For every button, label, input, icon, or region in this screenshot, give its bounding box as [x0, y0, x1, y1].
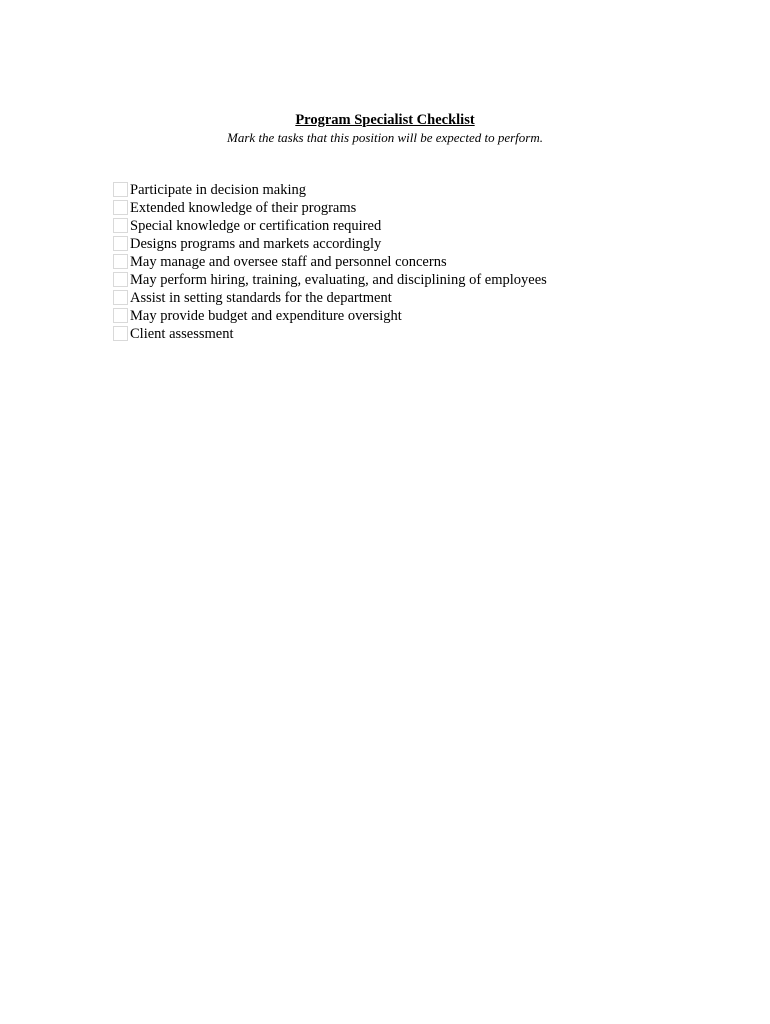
checklist-item-label: Assist in setting standards for the depa… — [130, 289, 392, 306]
checklist-item-label: Participate in decision making — [130, 182, 306, 199]
checklist-item-label: May perform hiring, training, evaluating… — [130, 271, 547, 288]
checklist-item: Client assessment — [113, 324, 547, 342]
checkbox[interactable] — [113, 289, 128, 305]
checklist-item: May perform hiring, training, evaluating… — [113, 270, 547, 288]
checklist-item-label: Client assessment — [130, 325, 234, 342]
document-title: Program Specialist Checklist — [295, 112, 475, 128]
checklist-item: Designs programs and markets accordingly — [113, 235, 547, 253]
checkbox[interactable] — [113, 200, 128, 216]
checklist-item-label: May manage and oversee staff and personn… — [130, 254, 447, 270]
checklist-item-label: Extended knowledge of their programs — [130, 200, 357, 217]
checklist-item: Participate in decision making — [113, 181, 547, 199]
checklist-item-label: Special knowledge or certification requi… — [130, 218, 382, 235]
checklist-item: Extended knowledge of their programs — [113, 199, 547, 217]
checklist-item: May manage and oversee staff and personn… — [113, 253, 547, 271]
checklist-item-label: Designs programs and markets accordingly — [130, 236, 382, 253]
checklist-item: Special knowledge or certification requi… — [113, 217, 547, 235]
checkbox[interactable] — [113, 236, 128, 252]
checklist-item: May provide budget and expenditure overs… — [113, 306, 547, 324]
checkbox[interactable] — [113, 271, 128, 287]
checkbox[interactable] — [113, 307, 128, 323]
checkbox[interactable] — [113, 254, 128, 269]
task-checklist: Participate in decision making Extended … — [113, 181, 547, 342]
checklist-item-label: May provide budget and expenditure overs… — [130, 307, 402, 324]
document-page: Program Specialist Checklist Mark the ta… — [0, 0, 770, 1024]
document-subtitle: Mark the tasks that this position will b… — [227, 130, 543, 145]
checkbox[interactable] — [113, 218, 128, 234]
checklist-item: Assist in setting standards for the depa… — [113, 288, 547, 306]
checkbox[interactable] — [113, 182, 128, 198]
checkbox[interactable] — [113, 325, 128, 341]
